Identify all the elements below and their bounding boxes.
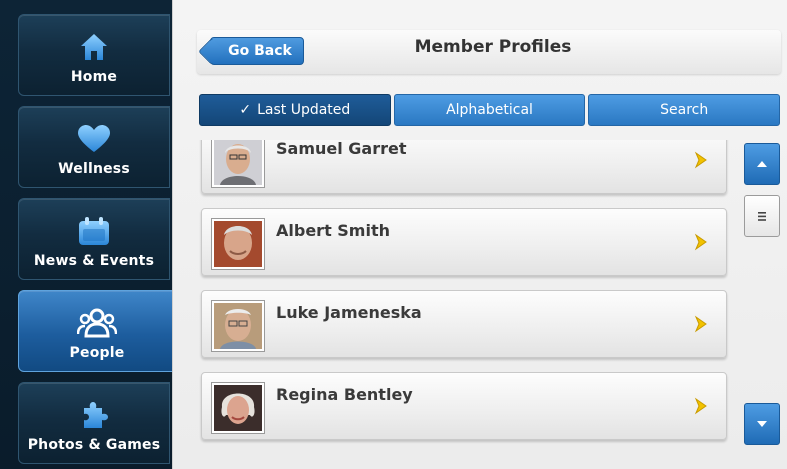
tab-label-search: Search <box>660 102 709 118</box>
nav-label-news-events: News & Events <box>33 253 155 269</box>
list-item[interactable]: Samuel Garret <box>201 140 727 194</box>
list-item[interactable]: Regina Bentley <box>201 372 727 440</box>
member-name: Samuel Garret <box>276 140 407 158</box>
chevron-right-icon <box>694 315 707 333</box>
chevron-right-icon <box>694 151 707 169</box>
main-panel: Go Back Member Profiles ✓ Last Updated A… <box>172 0 787 469</box>
people-icon <box>19 303 175 343</box>
member-list: Samuel Garret Albert Smith Luke Jamenesk… <box>199 140 729 445</box>
tab-last-updated[interactable]: ✓ Last Updated <box>199 94 391 126</box>
nav-item-photos-games[interactable]: Photos & Games <box>18 382 170 464</box>
tab-label-last-updated: Last Updated <box>257 102 351 118</box>
scroll-down-button[interactable] <box>744 403 780 445</box>
nav-label-people: People <box>69 345 125 361</box>
caret-up-icon <box>757 161 767 167</box>
check-icon: ✓ <box>239 102 252 118</box>
tab-label-alphabetical: Alphabetical <box>446 102 533 118</box>
member-name: Luke Jameneska <box>276 303 422 322</box>
nav-item-people[interactable]: People <box>18 290 189 373</box>
scroll-thumb[interactable] <box>744 195 780 237</box>
nav-label-wellness: Wellness <box>58 161 130 177</box>
list-item[interactable]: Luke Jameneska <box>201 290 727 358</box>
nav-item-wellness[interactable]: Wellness <box>18 106 170 188</box>
nav-label-home: Home <box>70 69 118 85</box>
scroll-up-button[interactable] <box>744 143 780 185</box>
calendar-icon <box>19 211 169 251</box>
home-icon <box>19 27 169 67</box>
avatar <box>211 218 265 270</box>
puzzle-icon <box>19 395 169 435</box>
tab-alphabetical[interactable]: Alphabetical <box>393 94 586 126</box>
page-title: Member Profiles <box>414 37 572 57</box>
avatar <box>211 300 265 352</box>
tab-search[interactable]: Search <box>588 94 781 126</box>
member-name: Albert Smith <box>276 221 390 240</box>
avatar <box>211 140 265 188</box>
sidebar: Home Wellness News & Events People Photo… <box>0 0 189 469</box>
caret-down-icon <box>757 421 767 427</box>
nav-label-photos-games: Photos & Games <box>27 437 161 453</box>
go-back-label: Go Back <box>228 43 292 59</box>
avatar <box>211 382 265 434</box>
heart-icon <box>19 119 169 159</box>
chevron-right-icon <box>694 397 707 415</box>
go-back-button[interactable]: Go Back <box>210 37 304 65</box>
list-item[interactable]: Albert Smith <box>201 208 727 276</box>
nav-item-home[interactable]: Home <box>18 14 170 96</box>
grip-icon <box>758 211 766 221</box>
sort-tabs: ✓ Last Updated Alphabetical Search <box>199 94 781 126</box>
chevron-right-icon <box>694 233 707 251</box>
member-name: Regina Bentley <box>276 385 413 404</box>
nav-item-news-events[interactable]: News & Events <box>18 198 170 280</box>
